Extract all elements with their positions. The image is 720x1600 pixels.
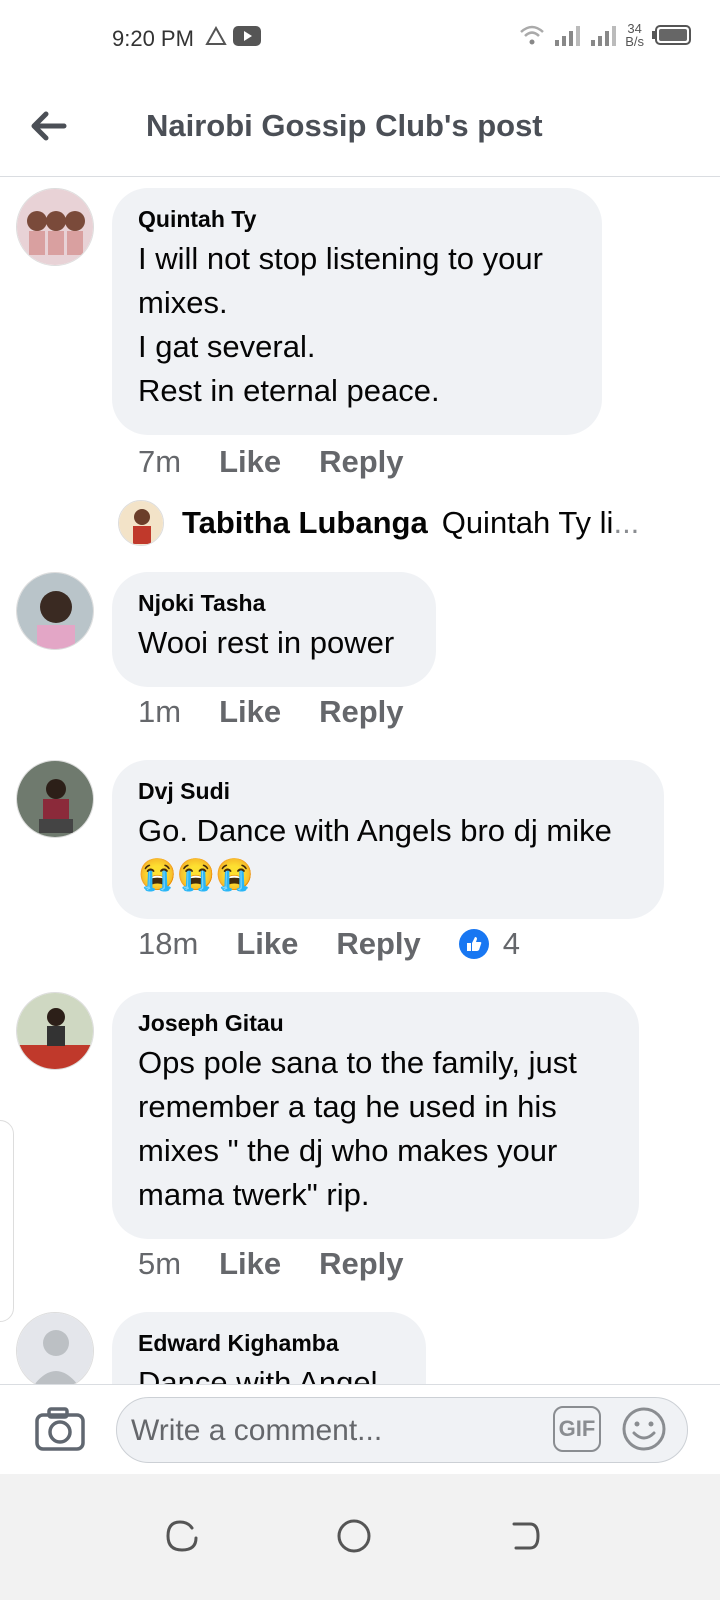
avatar[interactable] xyxy=(16,760,94,838)
comment-text: Ops pole sana to the family, just rememb… xyxy=(138,1045,577,1212)
comment-bubble[interactable]: Edward Kighamba Dance with Angel xyxy=(112,1312,426,1384)
status-bar: 9:20 PM 34 B/s xyxy=(0,0,720,80)
like-button[interactable]: Like xyxy=(219,444,281,480)
side-drawer-handle[interactable] xyxy=(0,1120,14,1322)
reply-snippet: Quintah Ty li xyxy=(441,505,614,540)
status-time: 9:20 PM xyxy=(112,26,194,51)
comment-text: Wooi rest in power xyxy=(138,625,395,660)
reply-author: Tabitha Lubanga xyxy=(182,505,428,540)
like-button[interactable]: Like xyxy=(219,1246,281,1282)
avatar[interactable] xyxy=(16,572,94,650)
reply-ellipsis: ... xyxy=(613,505,640,540)
signal-icon xyxy=(591,26,617,46)
comments-list[interactable]: Quintah Ty I will not stop listening to … xyxy=(0,176,720,1384)
reply-button[interactable]: Reply xyxy=(336,926,420,962)
comment-bubble[interactable]: Joseph Gitau Ops pole sana to the family… xyxy=(112,992,639,1239)
page-title: Nairobi Gossip Club's post xyxy=(146,108,543,143)
comment-text: Dance with Angel xyxy=(138,1365,378,1384)
recent-apps-icon[interactable] xyxy=(162,1516,202,1556)
comment-time: 7m xyxy=(138,444,182,479)
comment-author[interactable]: Edward Kighamba xyxy=(138,1330,400,1357)
gif-button[interactable]: GIF xyxy=(553,1406,601,1452)
network-speed: 34 B/s xyxy=(625,21,644,49)
comment-author[interactable]: Joseph Gitau xyxy=(138,1010,613,1037)
comment-time: 1m xyxy=(138,694,182,729)
reaction-count[interactable]: 4 xyxy=(503,926,520,962)
emoji-icon[interactable] xyxy=(621,1406,667,1452)
like-button[interactable]: Like xyxy=(236,926,298,962)
reply-preview[interactable]: Tabitha Lubanga Quintah Ty li ... xyxy=(118,500,639,546)
signal-icon xyxy=(555,26,581,46)
reply-button[interactable]: Reply xyxy=(319,444,403,480)
reply-button[interactable]: Reply xyxy=(319,1246,403,1282)
avatar[interactable] xyxy=(16,992,94,1070)
home-icon[interactable] xyxy=(334,1516,374,1556)
comment-time: 18m xyxy=(138,926,199,961)
comment-author[interactable]: Quintah Ty xyxy=(138,206,576,233)
comment-composer: GIF xyxy=(0,1384,720,1475)
battery-icon xyxy=(652,25,691,45)
comment-input[interactable] xyxy=(129,1408,553,1454)
comment-author[interactable]: Njoki Tasha xyxy=(138,590,410,617)
warning-icon xyxy=(205,26,227,45)
youtube-icon xyxy=(233,26,261,46)
comment-text: I will not stop listening to your mixes.… xyxy=(138,241,543,408)
comment-bubble[interactable]: Njoki Tasha Wooi rest in power xyxy=(112,572,436,687)
like-button[interactable]: Like xyxy=(219,694,281,730)
back-icon[interactable] xyxy=(504,1516,544,1556)
comment-input-container[interactable]: GIF xyxy=(116,1397,688,1463)
crying-emoji: 😭😭😭 xyxy=(138,857,254,892)
comment-text: Go. Dance with Angels bro dj mike xyxy=(138,813,612,848)
comment-time: 5m xyxy=(138,1246,182,1281)
comment-bubble[interactable]: Quintah Ty I will not stop listening to … xyxy=(112,188,602,435)
comment-actions: 5m Like Reply xyxy=(138,1246,442,1282)
reply-button[interactable]: Reply xyxy=(319,694,403,730)
avatar[interactable] xyxy=(16,1312,94,1384)
comment-actions: 1m Like Reply xyxy=(138,694,442,730)
avatar xyxy=(118,500,164,546)
comment-author[interactable]: Dvj Sudi xyxy=(138,778,638,805)
camera-icon[interactable] xyxy=(34,1405,86,1453)
avatar[interactable] xyxy=(16,188,94,266)
post-header: Nairobi Gossip Club's post xyxy=(0,80,720,177)
comment-actions: 18m Like Reply 4 xyxy=(138,926,520,962)
comment-actions: 7m Like Reply xyxy=(138,444,442,480)
comment-bubble[interactable]: Dvj Sudi Go. Dance with Angels bro dj mi… xyxy=(112,760,664,919)
system-nav-bar xyxy=(0,1474,720,1600)
back-arrow-icon[interactable] xyxy=(28,106,68,146)
wifi-icon xyxy=(520,25,545,45)
thumbs-up-icon[interactable] xyxy=(458,929,489,959)
